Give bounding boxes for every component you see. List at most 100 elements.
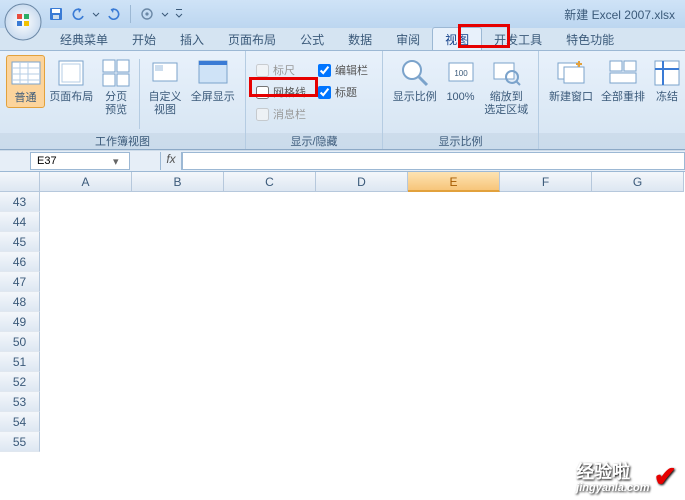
row-header[interactable]: 54 bbox=[0, 412, 40, 432]
new-window-icon bbox=[555, 57, 587, 89]
message-bar-checkbox: 消息栏 bbox=[256, 105, 310, 123]
tab-special[interactable]: 特色功能 bbox=[554, 28, 626, 50]
row-cells[interactable] bbox=[40, 272, 685, 292]
row-header[interactable]: 53 bbox=[0, 392, 40, 412]
tab-view[interactable]: 视图 bbox=[432, 27, 482, 50]
page-layout-icon bbox=[55, 57, 87, 89]
tab-data[interactable]: 数据 bbox=[336, 28, 384, 50]
custom-views-label: 自定义 视图 bbox=[149, 91, 182, 116]
column-header-A[interactable]: A bbox=[40, 172, 132, 192]
row-cells[interactable] bbox=[40, 372, 685, 392]
freeze-panes-button[interactable]: 冻结 bbox=[649, 55, 685, 106]
row-cells[interactable] bbox=[40, 352, 685, 372]
row-header[interactable]: 47 bbox=[0, 272, 40, 292]
page-layout-button[interactable]: 页面布局 bbox=[45, 55, 98, 106]
row-header[interactable]: 52 bbox=[0, 372, 40, 392]
row-cells[interactable] bbox=[40, 332, 685, 352]
table-row: 45 bbox=[0, 232, 685, 252]
table-row: 43 bbox=[0, 192, 685, 212]
column-header-B[interactable]: B bbox=[132, 172, 224, 192]
column-header-D[interactable]: D bbox=[316, 172, 408, 192]
tab-home[interactable]: 开始 bbox=[120, 28, 168, 50]
fx-icon[interactable]: fx bbox=[160, 152, 182, 170]
settings-icon[interactable] bbox=[139, 6, 155, 22]
tab-classic-menu[interactable]: 经典菜单 bbox=[48, 28, 120, 50]
column-header-G[interactable]: G bbox=[592, 172, 684, 192]
column-header-C[interactable]: C bbox=[224, 172, 316, 192]
name-box-value: E37 bbox=[37, 155, 57, 167]
formula-bar[interactable] bbox=[182, 152, 685, 170]
zoom-100-label: 100% bbox=[446, 91, 474, 104]
new-window-label: 新建窗口 bbox=[549, 91, 593, 104]
spreadsheet-area: ABCDEFG 43444546474849505152535455 bbox=[0, 172, 685, 500]
row-header[interactable]: 46 bbox=[0, 252, 40, 272]
save-icon[interactable] bbox=[48, 6, 64, 22]
formula-bar-checkbox[interactable]: 编辑栏 bbox=[318, 61, 372, 79]
row-header[interactable]: 48 bbox=[0, 292, 40, 312]
undo-icon[interactable] bbox=[70, 6, 86, 22]
fullscreen-button[interactable]: 全屏显示 bbox=[186, 55, 239, 106]
tab-insert[interactable]: 插入 bbox=[168, 28, 216, 50]
tab-page-layout[interactable]: 页面布局 bbox=[216, 28, 288, 50]
undo-dropdown-icon[interactable] bbox=[92, 7, 100, 21]
row-header[interactable]: 55 bbox=[0, 432, 40, 452]
row-cells[interactable] bbox=[40, 412, 685, 432]
table-row: 51 bbox=[0, 352, 685, 372]
fullscreen-icon bbox=[197, 57, 229, 89]
zoom-100-icon: 100 bbox=[445, 57, 477, 89]
redo-icon[interactable] bbox=[106, 6, 122, 22]
tab-formulas[interactable]: 公式 bbox=[288, 28, 336, 50]
column-header-E[interactable]: E bbox=[408, 172, 500, 192]
rows-container: 43444546474849505152535455 bbox=[0, 192, 685, 452]
window-title: 新建 Excel 2007.xlsx bbox=[564, 6, 675, 23]
custom-views-button[interactable]: 自定义 视图 bbox=[144, 55, 187, 118]
ribbon: 普通 页面布局 分页 预览 自定义 视图 全屏显示 工作簿视图 bbox=[0, 50, 685, 150]
office-button[interactable] bbox=[3, 2, 43, 42]
normal-view-button[interactable]: 普通 bbox=[6, 55, 45, 108]
row-cells[interactable] bbox=[40, 292, 685, 312]
row-header[interactable]: 45 bbox=[0, 232, 40, 252]
row-cells[interactable] bbox=[40, 192, 685, 212]
row-cells[interactable] bbox=[40, 312, 685, 332]
new-window-button[interactable]: 新建窗口 bbox=[545, 55, 597, 106]
row-cells[interactable] bbox=[40, 432, 685, 452]
quick-access-toolbar bbox=[48, 5, 183, 23]
chevron-down-icon[interactable]: ▾ bbox=[113, 155, 123, 168]
zoom-selection-button[interactable]: 缩放到 选定区域 bbox=[481, 55, 532, 118]
zoom-100-button[interactable]: 100 100% bbox=[440, 55, 480, 106]
headings-checkbox[interactable]: 标题 bbox=[318, 83, 372, 101]
row-header[interactable]: 50 bbox=[0, 332, 40, 352]
normal-view-label: 普通 bbox=[15, 92, 37, 105]
zoom-button[interactable]: 显示比例 bbox=[389, 55, 440, 106]
table-row: 44 bbox=[0, 212, 685, 232]
column-headers: ABCDEFG bbox=[0, 172, 685, 192]
page-break-label: 分页 预览 bbox=[105, 91, 127, 116]
custom-views-icon bbox=[149, 57, 181, 89]
row-cells[interactable] bbox=[40, 252, 685, 272]
row-cells[interactable] bbox=[40, 392, 685, 412]
tab-review[interactable]: 审阅 bbox=[384, 28, 432, 50]
group-show-hide-label: 显示/隐藏 bbox=[246, 133, 382, 149]
arrange-all-button[interactable]: 全部重排 bbox=[597, 55, 649, 106]
row-header[interactable]: 44 bbox=[0, 212, 40, 232]
table-row: 46 bbox=[0, 252, 685, 272]
qat-dropdown-icon[interactable] bbox=[161, 7, 169, 21]
group-workbook-views-label: 工作簿视图 bbox=[0, 133, 245, 149]
group-window: 新建窗口 全部重排 冻结 bbox=[539, 51, 685, 149]
row-header[interactable]: 43 bbox=[0, 192, 40, 212]
row-header[interactable]: 49 bbox=[0, 312, 40, 332]
tab-developer[interactable]: 开发工具 bbox=[482, 28, 554, 50]
group-zoom: 显示比例 100 100% 缩放到 选定区域 显示比例 bbox=[383, 51, 539, 149]
table-row: 48 bbox=[0, 292, 685, 312]
gridlines-checkbox[interactable]: 网格线 bbox=[256, 83, 310, 101]
row-header[interactable]: 51 bbox=[0, 352, 40, 372]
group-workbook-views: 普通 页面布局 分页 预览 自定义 视图 全屏显示 工作簿视图 bbox=[0, 51, 246, 149]
page-break-button[interactable]: 分页 预览 bbox=[98, 55, 135, 118]
row-cells[interactable] bbox=[40, 212, 685, 232]
column-header-F[interactable]: F bbox=[500, 172, 592, 192]
row-cells[interactable] bbox=[40, 232, 685, 252]
watermark: 经验啦 jingyanla.com ✔ bbox=[576, 458, 677, 494]
name-box[interactable]: E37 ▾ bbox=[30, 152, 130, 170]
qat-customize-icon[interactable] bbox=[175, 7, 183, 21]
select-all-corner[interactable] bbox=[0, 172, 40, 192]
